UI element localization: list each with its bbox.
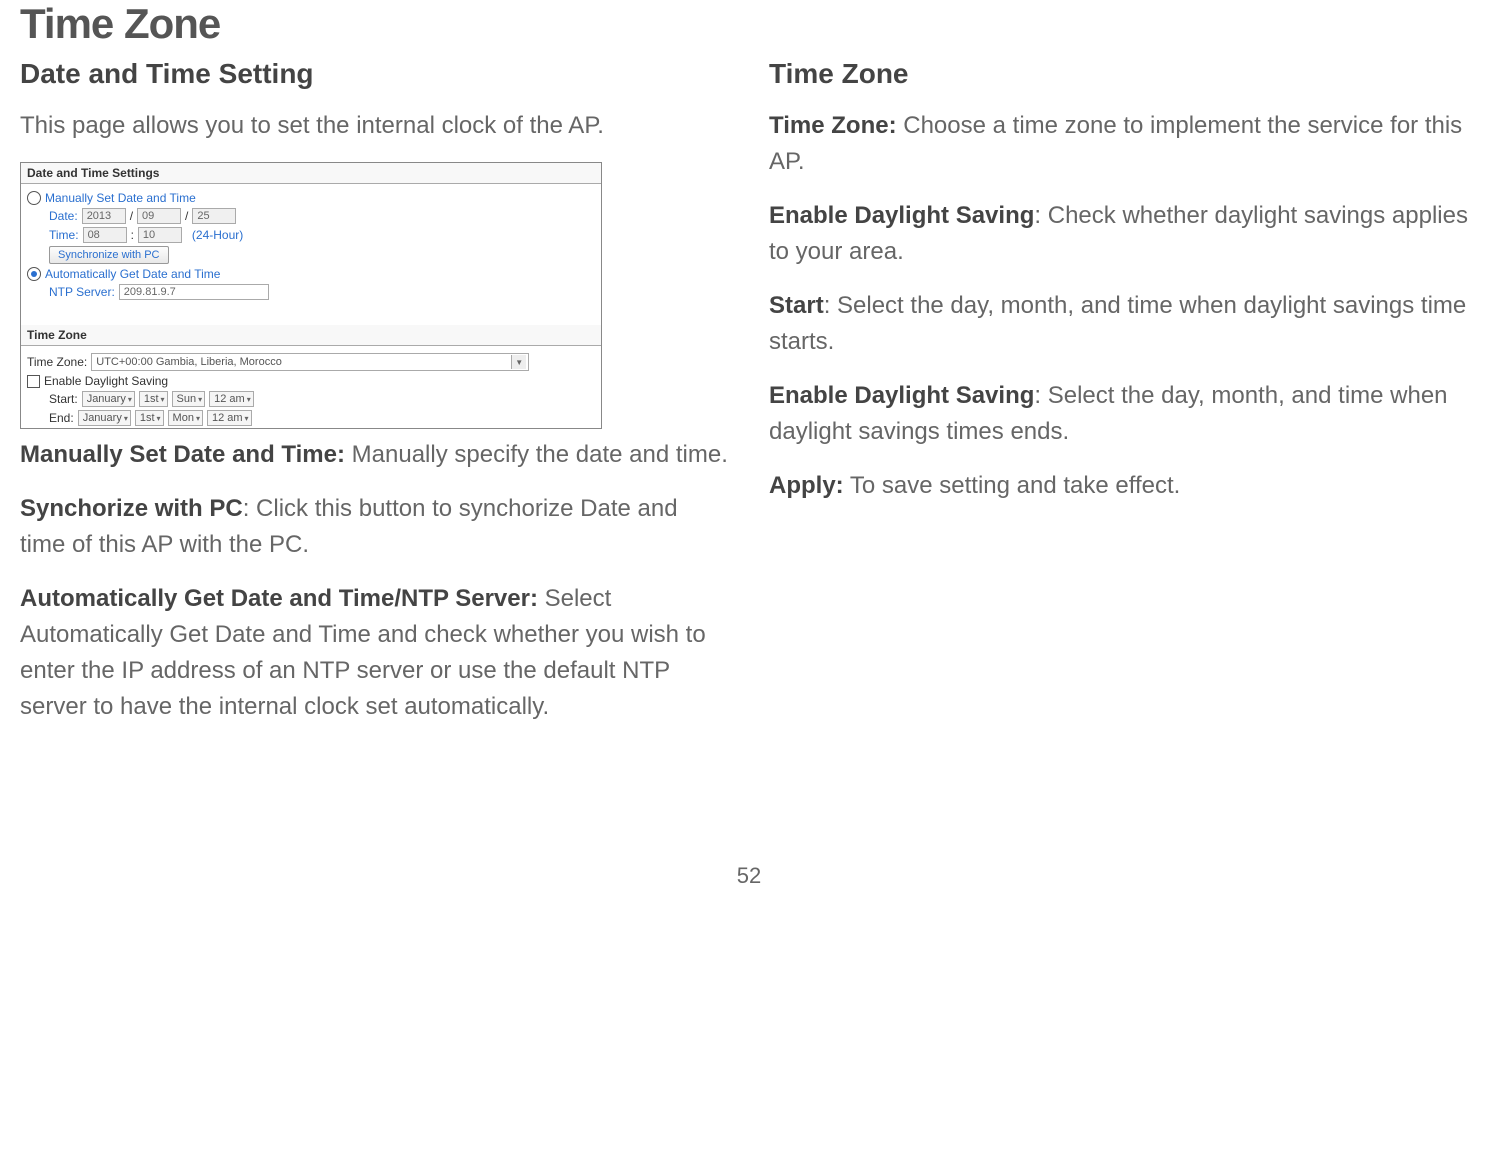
manual-radio[interactable] bbox=[27, 191, 41, 205]
date-day-input[interactable]: 25 bbox=[192, 208, 236, 224]
time-min-input[interactable]: 10 bbox=[138, 227, 182, 243]
para-start-text: : Select the day, month, and time when d… bbox=[769, 292, 1466, 355]
para-apply: Apply: To save setting and take effect. bbox=[769, 468, 1478, 504]
para-sync: Synchorize with PC: Click this button to… bbox=[20, 491, 729, 563]
timezone-selected-value: UTC+00:00 Gambia, Liberia, Morocco bbox=[96, 356, 282, 368]
settings-screenshot: Date and Time Settings Manually Set Date… bbox=[20, 162, 602, 429]
para-end: Enable Daylight Saving: Select the day, … bbox=[769, 378, 1478, 450]
panel-time-zone-header: Time Zone bbox=[21, 325, 601, 346]
colon: : bbox=[131, 228, 134, 242]
para-apply-bold: Apply: bbox=[769, 472, 844, 499]
para-tz: Time Zone: Choose a time zone to impleme… bbox=[769, 108, 1478, 180]
start-hour-select[interactable]: 12 am▾ bbox=[209, 391, 254, 407]
chevron-down-icon: ▼ bbox=[511, 355, 526, 369]
page-number: 52 bbox=[20, 863, 1478, 889]
dst-start-label: Start: bbox=[49, 392, 78, 406]
time-label: Time: bbox=[49, 228, 79, 242]
ntp-input[interactable]: 209.81.9.7 bbox=[119, 284, 269, 300]
start-day-select[interactable]: Sun▾ bbox=[172, 391, 206, 407]
sync-with-pc-button[interactable]: Synchronize with PC bbox=[49, 246, 169, 264]
start-week-select[interactable]: 1st▾ bbox=[139, 391, 168, 407]
dst-end-label: End: bbox=[49, 411, 74, 425]
intro-text: This page allows you to set the internal… bbox=[20, 108, 729, 144]
date-year-input[interactable]: 2013 bbox=[82, 208, 126, 224]
left-column: Date and Time Setting This page allows y… bbox=[20, 58, 729, 743]
end-week-select[interactable]: 1st▾ bbox=[135, 410, 164, 426]
manual-radio-label: Manually Set Date and Time bbox=[45, 191, 196, 205]
dst-checkbox[interactable] bbox=[27, 375, 40, 388]
auto-radio-label: Automatically Get Date and Time bbox=[45, 267, 220, 281]
end-day-select[interactable]: Mon▾ bbox=[168, 410, 203, 426]
slash-2: / bbox=[185, 209, 188, 223]
date-label: Date: bbox=[49, 209, 78, 223]
panel-date-time-header: Date and Time Settings bbox=[21, 163, 601, 184]
para-sync-bold: Synchorize with PC bbox=[20, 495, 243, 522]
para-auto: Automatically Get Date and Time/NTP Serv… bbox=[20, 581, 729, 725]
para-dst: Enable Daylight Saving: Check whether da… bbox=[769, 198, 1478, 270]
time-hour-input[interactable]: 08 bbox=[83, 227, 127, 243]
auto-radio[interactable] bbox=[27, 267, 41, 281]
start-month-select[interactable]: January▾ bbox=[82, 391, 135, 407]
para-start-bold: Start bbox=[769, 292, 824, 319]
para-end-bold: Enable Daylight Saving bbox=[769, 382, 1034, 409]
page-title: Time Zone bbox=[20, 0, 1478, 48]
end-hour-select[interactable]: 12 am▾ bbox=[207, 410, 252, 426]
para-manual: Manually Set Date and Time: Manually spe… bbox=[20, 437, 729, 473]
para-start: Start: Select the day, month, and time w… bbox=[769, 288, 1478, 360]
ntp-label: NTP Server: bbox=[49, 285, 115, 299]
tz-label: Time Zone: bbox=[27, 355, 87, 369]
para-dst-bold: Enable Daylight Saving bbox=[769, 202, 1034, 229]
end-month-select[interactable]: January▾ bbox=[78, 410, 131, 426]
time-suffix: (24-Hour) bbox=[192, 228, 243, 242]
para-auto-bold: Automatically Get Date and Time/NTP Serv… bbox=[20, 585, 538, 612]
slash-1: / bbox=[130, 209, 133, 223]
para-apply-text: To save setting and take effect. bbox=[844, 472, 1181, 499]
para-manual-text: Manually specify the date and time. bbox=[345, 441, 728, 468]
right-column: Time Zone Time Zone: Choose a time zone … bbox=[769, 58, 1478, 743]
dst-label: Enable Daylight Saving bbox=[44, 374, 168, 388]
time-zone-heading: Time Zone bbox=[769, 58, 1478, 90]
para-tz-bold: Time Zone: bbox=[769, 112, 897, 139]
date-month-input[interactable]: 09 bbox=[137, 208, 181, 224]
timezone-select[interactable]: UTC+00:00 Gambia, Liberia, Morocco ▼ bbox=[91, 353, 529, 371]
date-time-setting-heading: Date and Time Setting bbox=[20, 58, 729, 90]
para-manual-bold: Manually Set Date and Time: bbox=[20, 441, 345, 468]
